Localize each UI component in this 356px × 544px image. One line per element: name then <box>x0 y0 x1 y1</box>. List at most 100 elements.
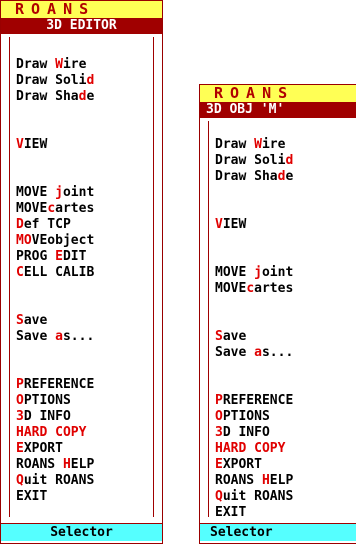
menu-item-text: D INFO <box>222 425 270 440</box>
menu-item-move-joint[interactable]: MOVE joint <box>16 185 94 201</box>
hotkey-letter: W <box>55 57 63 72</box>
menu-item-preference[interactable]: PREFERENCE <box>215 393 293 409</box>
menu-item-text: ELP <box>70 457 95 472</box>
menu-item-text: ELP <box>269 473 294 488</box>
menu-item-text: s... <box>261 345 294 360</box>
selector-button[interactable]: Selector <box>200 523 356 541</box>
brand-title: ROANS <box>1 1 162 18</box>
menu-item-text: oint <box>261 265 294 280</box>
hotkey-letter: E <box>16 441 24 456</box>
menu-item-quit-roans[interactable]: Quit ROANS <box>215 489 293 505</box>
menu-item-options[interactable]: OPTIONS <box>215 409 270 425</box>
menu-item-view[interactable]: VIEW <box>215 217 246 233</box>
menu-item-text: artes <box>55 201 95 216</box>
menu-item-text: s... <box>62 329 95 344</box>
selector-button[interactable]: Selector <box>1 523 162 541</box>
hotkey-letter: d <box>86 73 95 88</box>
editor-menu-panel: ROANS 3D EDITOR Draw Wire Draw Solid Draw … <box>0 0 163 544</box>
menu-item-export[interactable]: EXPORT <box>215 457 262 473</box>
menu-item-draw-shade[interactable]: Draw Shade <box>215 169 293 185</box>
menu-item-move-cartes[interactable]: MOVEcartes <box>215 281 293 297</box>
menu-item-move-joint[interactable]: MOVE joint <box>215 265 293 281</box>
menu-item-draw-wire[interactable]: Draw Wire <box>16 57 86 73</box>
hotkey-letter: MO <box>16 233 32 248</box>
menu-item-export[interactable]: EXPORT <box>16 441 63 457</box>
menu-item-save[interactable]: Save <box>16 313 47 329</box>
menu-item-text: Draw Sha <box>215 169 278 184</box>
hotkey-letter: 3 <box>215 425 223 440</box>
menu-item-options[interactable]: OPTIONS <box>16 393 71 409</box>
menu-item-draw-shade[interactable]: Draw Shade <box>16 89 94 105</box>
menu-item-save-as[interactable]: Save as... <box>215 345 293 361</box>
menu-item-draw-wire[interactable]: Draw Wire <box>215 137 285 153</box>
menu-item-exit[interactable]: EXIT <box>16 489 47 505</box>
menu-item-text: MOVE <box>215 281 247 296</box>
menu-item-text: uit ROANS <box>222 489 294 504</box>
hotkey-letter: a <box>254 345 262 360</box>
menu-item-draw-solid[interactable]: Draw Solid <box>16 73 94 89</box>
hotkey-letter: V <box>215 217 223 232</box>
hotkey-letter: E <box>55 249 63 264</box>
menu-item-text: ire <box>62 57 87 72</box>
menu-item-text: Save <box>215 345 255 360</box>
menu-item-prog-edit[interactable]: PROG EDIT <box>16 249 86 265</box>
panel-title: 3D OBJ 'M' <box>200 102 356 118</box>
menu-item-text: EXIT <box>16 489 48 504</box>
hotkey-letter: HARD COPY <box>16 425 87 440</box>
menu-item-text: PTIONS <box>222 409 270 424</box>
menu-item-text: artes <box>254 281 294 296</box>
menu-item-text: uit ROANS <box>23 473 95 488</box>
menu-item-text: D INFO <box>23 409 71 424</box>
hotkey-letter: O <box>215 409 223 424</box>
hotkey-letter: a <box>55 329 63 344</box>
menu-item-quit-roans[interactable]: Quit ROANS <box>16 473 94 489</box>
menu-item-cell-calib[interactable]: CELL CALIB <box>16 265 94 281</box>
menu-item-text: Draw Soli <box>16 73 87 88</box>
menu-item-text: Draw <box>16 57 56 72</box>
menu-item-text: XPORT <box>23 441 63 456</box>
hotkey-letter: S <box>215 329 223 344</box>
menu-item-draw-solid[interactable]: Draw Solid <box>215 153 293 169</box>
menu-item-text: ROANS <box>16 457 63 472</box>
menu-item-3d-info[interactable]: 3D INFO <box>215 425 270 441</box>
hotkey-letter: P <box>16 377 24 392</box>
menu-list: Draw Wire Draw Solid Draw Shade VIEW MOVE jo… <box>9 37 154 517</box>
menu-item-hard-copy[interactable]: HARD COPY <box>16 425 86 441</box>
menu-item-exit[interactable]: EXIT <box>215 505 246 521</box>
hotkey-letter: j <box>55 185 63 200</box>
hotkey-letter: Q <box>16 473 24 488</box>
menu-item-def-tcp[interactable]: Def TCP <box>16 217 71 233</box>
menu-item-roans-help[interactable]: ROANS HELP <box>215 473 293 489</box>
menu-item-text: Save <box>16 329 56 344</box>
hotkey-letter: c <box>246 281 255 296</box>
menu-item-preference[interactable]: PREFERENCE <box>16 377 94 393</box>
menu-item-move-cartes[interactable]: MOVEcartes <box>16 201 94 217</box>
menu-item-text: VEobject <box>31 233 95 248</box>
hotkey-letter: HARD COPY <box>215 441 286 456</box>
hotkey-letter: O <box>16 393 24 408</box>
menu-item-text: REFERENCE <box>222 393 294 408</box>
menu-item-view[interactable]: VIEW <box>16 137 47 153</box>
menu-item-3d-info[interactable]: 3D INFO <box>16 409 71 425</box>
menu-item-text: Draw Soli <box>215 153 286 168</box>
menu-item-text: Draw <box>215 137 255 152</box>
hotkey-letter: 3 <box>16 409 24 424</box>
menu-item-text: PTIONS <box>23 393 71 408</box>
menu-item-roans-help[interactable]: ROANS HELP <box>16 457 94 473</box>
menu-item-text: IEW <box>222 217 247 232</box>
menu-item-text: ELL CALIB <box>23 265 95 280</box>
hotkey-letter: P <box>215 393 223 408</box>
menu-list: Draw Wire Draw Solid Draw Shade VIEW MOVE jo… <box>208 121 356 520</box>
hotkey-letter: V <box>16 137 24 152</box>
menu-item-save-as[interactable]: Save as... <box>16 329 94 345</box>
menu-item-text: DIT <box>62 249 87 264</box>
menu-item-text: IEW <box>23 137 48 152</box>
menu-item-text: MOVE <box>16 185 56 200</box>
hotkey-letter: D <box>16 217 24 232</box>
hotkey-letter: j <box>254 265 262 280</box>
hotkey-letter: H <box>62 457 71 472</box>
menu-item-save[interactable]: Save <box>215 329 246 345</box>
menu-item-move-object[interactable]: MOVEobject <box>16 233 94 249</box>
menu-item-text: e <box>86 89 95 104</box>
menu-item-hard-copy[interactable]: HARD COPY <box>215 441 285 457</box>
